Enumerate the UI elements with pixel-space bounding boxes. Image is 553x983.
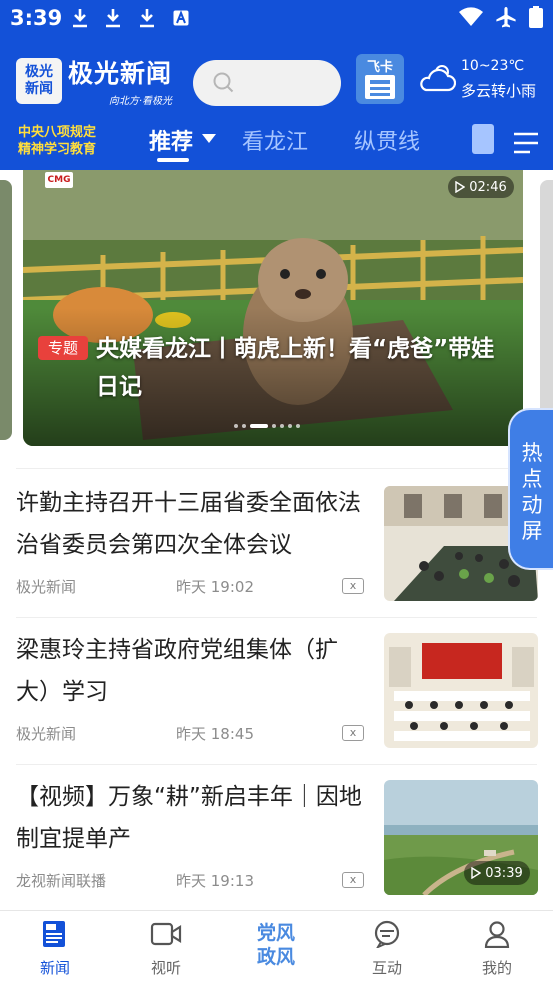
carousel-prev-peek[interactable]	[0, 180, 12, 440]
download-icon	[73, 9, 87, 28]
news-item[interactable]: 【视频】万象“耕”新启丰年｜因地制宜提单产 龙视新闻联播 昨天 19:13 x …	[0, 764, 553, 911]
carousel-dots	[234, 424, 300, 428]
topic-tag: 专题	[38, 336, 88, 360]
news-item[interactable]: 梁惠玲主持省政府党组集体（扩大）学习 极光新闻 昨天 18:45 x	[0, 617, 553, 764]
news-thumbnail[interactable]	[384, 633, 538, 748]
carousel-dot[interactable]	[242, 424, 246, 428]
nav-label: 新闻	[39, 959, 70, 977]
news-source: 龙视新闻联播	[16, 872, 107, 890]
status-bar: 3:39	[0, 0, 553, 38]
tab-kanlongjiang[interactable]: 看龙江	[242, 124, 308, 156]
hotspot-dynamic-button[interactable]: 热点动屏	[508, 408, 553, 570]
cmg-watermark: CMG	[45, 172, 73, 188]
tab-zongguanxian[interactable]: 纵贯线	[354, 124, 420, 156]
app-logo-mark: 极光 新闻	[16, 57, 62, 104]
search-input[interactable]	[193, 60, 341, 106]
video-duration: 03:39	[485, 865, 523, 881]
news-title[interactable]: 【视频】万象“耕”新启丰年｜因地制宜提单产	[16, 776, 366, 860]
tab-overflow-peek[interactable]	[472, 124, 494, 154]
play-icon	[455, 181, 466, 193]
news-time: 昨天 19:02	[176, 578, 254, 596]
bottom-nav: 新闻 视听 党风 政风 互动 我的	[0, 910, 553, 983]
video-duration-badge: 02:46	[448, 176, 514, 198]
news-source: 极光新闻	[16, 578, 77, 596]
carousel-next-peek[interactable]	[540, 180, 553, 440]
cloudy-weather-icon	[420, 65, 456, 92]
dangfeng-line-2: 政风	[256, 946, 295, 968]
news-title[interactable]: 梁惠玲主持省政府党组集体（扩大）学习	[16, 629, 366, 713]
airplane-mode-icon	[496, 7, 516, 28]
promo-line-2: 精神学习教育	[18, 142, 97, 157]
news-title[interactable]: 许勤主持召开十三届省委全面依法治省委员会第四次全体会议	[16, 482, 366, 566]
chevron-down-icon[interactable]	[202, 134, 216, 143]
video-camera-icon	[150, 922, 182, 946]
conference-photo	[384, 633, 538, 748]
carousel-dot[interactable]	[272, 424, 276, 428]
wifi-icon	[459, 7, 483, 27]
news-time: 昨天 18:45	[176, 725, 254, 743]
feika-label: 飞卡	[366, 60, 393, 75]
person-icon	[484, 921, 510, 948]
news-thumbnail[interactable]: 03:39	[384, 780, 538, 895]
channel-tabs: 中央八项规定 精神学习教育 推荐 看龙江 纵贯线	[0, 118, 553, 170]
dismiss-button[interactable]: x	[342, 578, 364, 594]
carousel-dot[interactable]	[288, 424, 292, 428]
download-icon	[140, 9, 154, 28]
active-tab-indicator	[157, 158, 189, 162]
video-duration: 02:46	[469, 179, 507, 195]
brand-slogan: 向北方·看极光	[108, 96, 173, 107]
video-duration-badge: 03:39	[464, 861, 530, 885]
chat-icon	[374, 920, 400, 948]
logo-line-2: 新闻	[25, 80, 53, 97]
feika-card-icon	[365, 75, 395, 99]
play-icon	[471, 867, 482, 879]
nav-interact[interactable]: 互动	[347, 919, 427, 978]
status-time: 3:39	[10, 6, 63, 30]
newspaper-icon	[43, 921, 65, 947]
carousel-dot-active[interactable]	[250, 424, 268, 428]
banner-title[interactable]: 央媒看龙江丨萌虎上新！看“虎爸”带娃日记	[96, 330, 516, 406]
brand-logo[interactable]: 极光 新闻 极光新闻 向北方·看极光	[16, 54, 172, 107]
weather-desc: 多云转小雨	[461, 82, 537, 100]
nav-dangfeng-zhengfeng[interactable]: 党风 政风	[240, 921, 312, 969]
dangfeng-line-1: 党风	[256, 922, 295, 944]
promo-line-1: 中央八项规定	[18, 125, 97, 140]
brand-name: 极光新闻	[68, 59, 173, 88]
download-icon	[106, 9, 120, 28]
news-time: 昨天 19:13	[176, 872, 254, 890]
menu-icon[interactable]	[514, 132, 538, 154]
tab-recommend[interactable]: 推荐	[149, 124, 193, 156]
nav-mine[interactable]: 我的	[457, 919, 537, 978]
carousel-dot[interactable]	[234, 424, 238, 428]
divider	[16, 468, 537, 469]
news-item[interactable]: 许勤主持召开十三届省委全面依法治省委员会第四次全体会议 极光新闻 昨天 19:0…	[0, 470, 553, 617]
hotspot-label: 热点动屏	[521, 441, 543, 543]
promo-link[interactable]: 中央八项规定 精神学习教育	[18, 124, 96, 158]
carousel-dot[interactable]	[296, 424, 300, 428]
dismiss-button[interactable]: x	[342, 872, 364, 888]
nav-news[interactable]: 新闻	[15, 919, 95, 978]
logo-line-1: 极光	[25, 63, 53, 80]
search-icon	[213, 72, 234, 93]
app-notification-icon	[173, 10, 189, 26]
nav-label: 互动	[371, 959, 402, 977]
nav-label: 我的	[481, 959, 512, 977]
nav-label: 视听	[150, 959, 181, 977]
carousel-dot[interactable]	[280, 424, 284, 428]
battery-icon	[529, 6, 543, 28]
dismiss-button[interactable]: x	[342, 725, 364, 741]
feika-button[interactable]: 飞卡	[356, 54, 404, 104]
nav-video[interactable]: 视听	[126, 919, 206, 978]
news-source: 极光新闻	[16, 725, 77, 743]
weather-temp: 10~23℃	[461, 58, 525, 74]
